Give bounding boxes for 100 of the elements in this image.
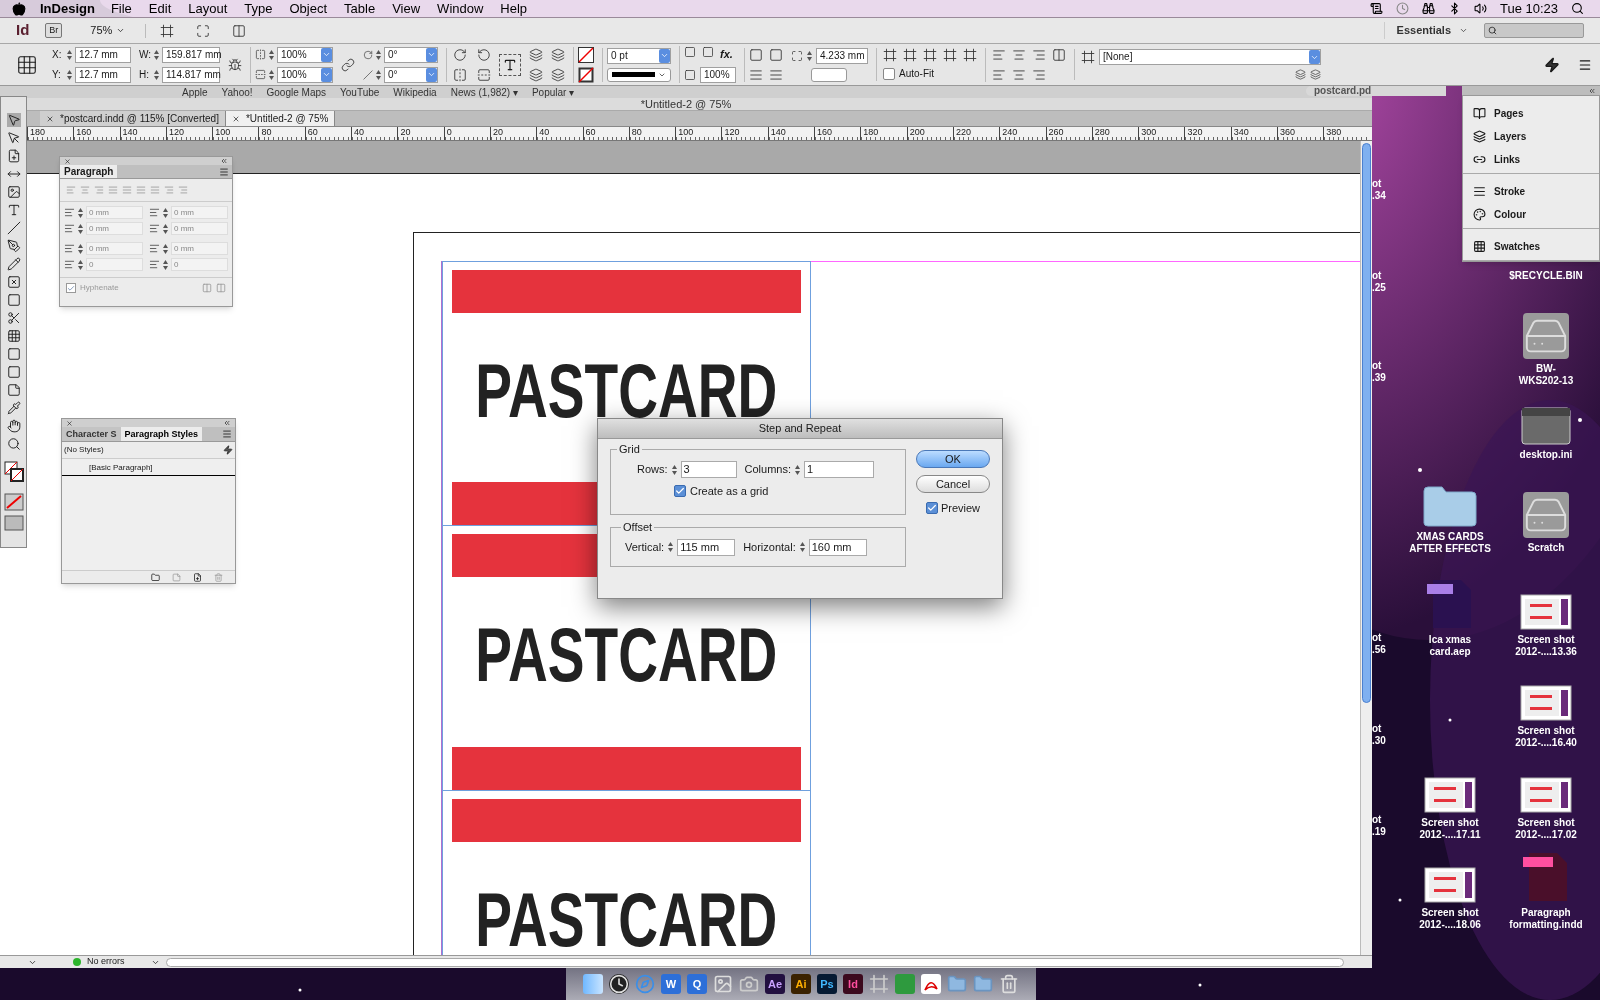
icon-label[interactable]: lca xmas card.aep [1428, 634, 1472, 658]
new-style-icon[interactable] [193, 572, 202, 582]
spinner-icon[interactable] [162, 206, 169, 219]
screenshot-thumbnail-icon[interactable] [1424, 777, 1476, 813]
bookmark-link[interactable]: Google Maps [266, 86, 326, 98]
align-icon[interactable] [992, 47, 1006, 62]
spinner-icon[interactable] [77, 242, 84, 255]
number-field[interactable]: 1 [804, 461, 875, 478]
reference-point-icon[interactable] [16, 53, 38, 76]
number-field[interactable]: 0 mm [86, 206, 143, 219]
panel-button[interactable]: Links [1463, 148, 1599, 171]
menu-item[interactable]: Table [344, 0, 376, 19]
close-icon[interactable] [64, 157, 71, 165]
app-icon[interactable]: Q [687, 974, 707, 994]
screenshot-thumbnail-icon[interactable] [1520, 685, 1572, 721]
shear-icon[interactable] [363, 69, 373, 80]
number-field[interactable]: 0 mm [86, 242, 143, 255]
rotate-icon[interactable] [453, 47, 467, 62]
collapse-icon[interactable] [220, 157, 228, 165]
clock-icon[interactable] [1395, 2, 1409, 15]
app-icon[interactable]: Id [843, 974, 863, 994]
number-field[interactable]: 12.7 mm [75, 46, 131, 63]
spinner-icon[interactable] [66, 48, 73, 61]
tool-icon[interactable] [6, 419, 21, 433]
number-field[interactable]: 114.817 mm [162, 66, 220, 83]
tool-icon[interactable] [6, 311, 21, 325]
fill-swatch-icon[interactable] [578, 46, 594, 63]
panel-tab[interactable]: Paragraph Styles [120, 427, 203, 441]
document-tab[interactable]: *postcard.indd @ 115% [Converted] [40, 111, 226, 126]
menu-item[interactable]: Layout [188, 0, 228, 19]
tool-icon[interactable] [6, 149, 21, 163]
stroke-swatch-icon[interactable] [578, 66, 594, 83]
tool-icon[interactable] [6, 383, 21, 397]
number-field[interactable]: 4.233 mm [816, 47, 868, 64]
app-icon[interactable]: Ae [765, 974, 785, 994]
search-field[interactable] [1484, 23, 1584, 38]
collapse-icon[interactable] [1588, 86, 1596, 95]
spinner-icon[interactable] [375, 48, 382, 61]
align-icon[interactable] [992, 67, 1006, 82]
tool-icon[interactable] [6, 113, 21, 127]
spinner-icon[interactable] [66, 68, 73, 81]
zoom-dropdown[interactable]: 75% [90, 22, 126, 39]
aep-file-icon[interactable] [1427, 578, 1473, 630]
panel-menu-icon[interactable] [1578, 57, 1592, 72]
menu-item[interactable]: Help [500, 0, 528, 19]
tool-icon[interactable] [6, 293, 21, 307]
menu-item[interactable]: View [392, 0, 421, 19]
tool-icon[interactable] [6, 221, 21, 235]
gauge-icon[interactable] [609, 974, 629, 994]
bookmark-link[interactable]: Wikipedia [393, 86, 437, 98]
spinner-icon[interactable] [806, 49, 813, 62]
binoculars-icon[interactable] [1421, 2, 1435, 15]
tool-icon[interactable] [6, 437, 21, 451]
panel-button[interactable]: Layers [1463, 125, 1599, 148]
bookmark-link[interactable]: Apple [182, 86, 208, 98]
close-icon[interactable] [66, 419, 73, 427]
align-icon[interactable] [1032, 67, 1046, 82]
number-field[interactable]: [None] [1099, 49, 1321, 65]
number-field[interactable]: 0 mm [171, 242, 228, 255]
acrobat-icon[interactable] [921, 974, 941, 994]
number-field[interactable]: 0 pt [607, 47, 671, 64]
preview-checkbox[interactable] [925, 502, 938, 515]
number-field[interactable]: 3 [680, 461, 737, 478]
flip-icon[interactable] [453, 67, 467, 82]
tool-icon[interactable] [6, 347, 21, 361]
menu-item[interactable]: File [110, 0, 132, 19]
screenshot-thumbnail-icon[interactable] [1520, 594, 1572, 630]
icon-label[interactable]: Screen shot 2012-....18.06 [1419, 907, 1481, 931]
panel-button[interactable]: Colour [1463, 203, 1599, 226]
lightning-icon[interactable] [223, 445, 233, 455]
trash-icon[interactable] [999, 974, 1019, 994]
folder-icon[interactable] [151, 572, 160, 582]
bookmark-link[interactable]: Yahoo! [221, 86, 253, 98]
menu-item[interactable]: Object [289, 0, 328, 19]
number-field[interactable]: 12.7 mm [75, 66, 131, 83]
icon-label[interactable]: Paragraph formatting.indd [1509, 907, 1583, 931]
tool-icon[interactable] [6, 203, 21, 217]
panel-tab[interactable]: Character S [62, 427, 121, 441]
icon-label[interactable]: BW- WKS202-13 [1518, 363, 1574, 387]
search-icon[interactable] [1571, 2, 1584, 15]
screenshot-thumbnail-icon[interactable] [1424, 867, 1476, 903]
hyphenate-checkbox[interactable] [66, 283, 76, 293]
icon-label[interactable]: Screen shot 2012-....13.36 [1515, 634, 1577, 658]
spinner-icon[interactable] [153, 48, 160, 61]
spinner-icon[interactable] [162, 222, 169, 235]
panel-tab[interactable]: Paragraph [60, 165, 118, 178]
spinner-icon[interactable] [77, 258, 84, 271]
horizontal-scrollbar[interactable] [165, 957, 1344, 967]
icon-label[interactable]: Screen shot 2012-....17.02 [1515, 817, 1577, 841]
app-menu[interactable]: InDesign [40, 0, 95, 19]
tool-icon[interactable] [6, 131, 21, 145]
link-icon[interactable] [341, 57, 355, 72]
bookmark-link[interactable]: YouTube [340, 86, 380, 98]
bookmark-link[interactable]: News (1,982) ▾ [450, 86, 518, 98]
dialog-button[interactable]: Cancel [916, 475, 990, 493]
spinner-icon[interactable] [77, 206, 84, 219]
app-icon[interactable]: Ai [791, 974, 811, 994]
tool-icon[interactable] [6, 275, 21, 289]
distribute-icon[interactable] [1052, 47, 1066, 62]
spinner-icon[interactable] [162, 258, 169, 271]
